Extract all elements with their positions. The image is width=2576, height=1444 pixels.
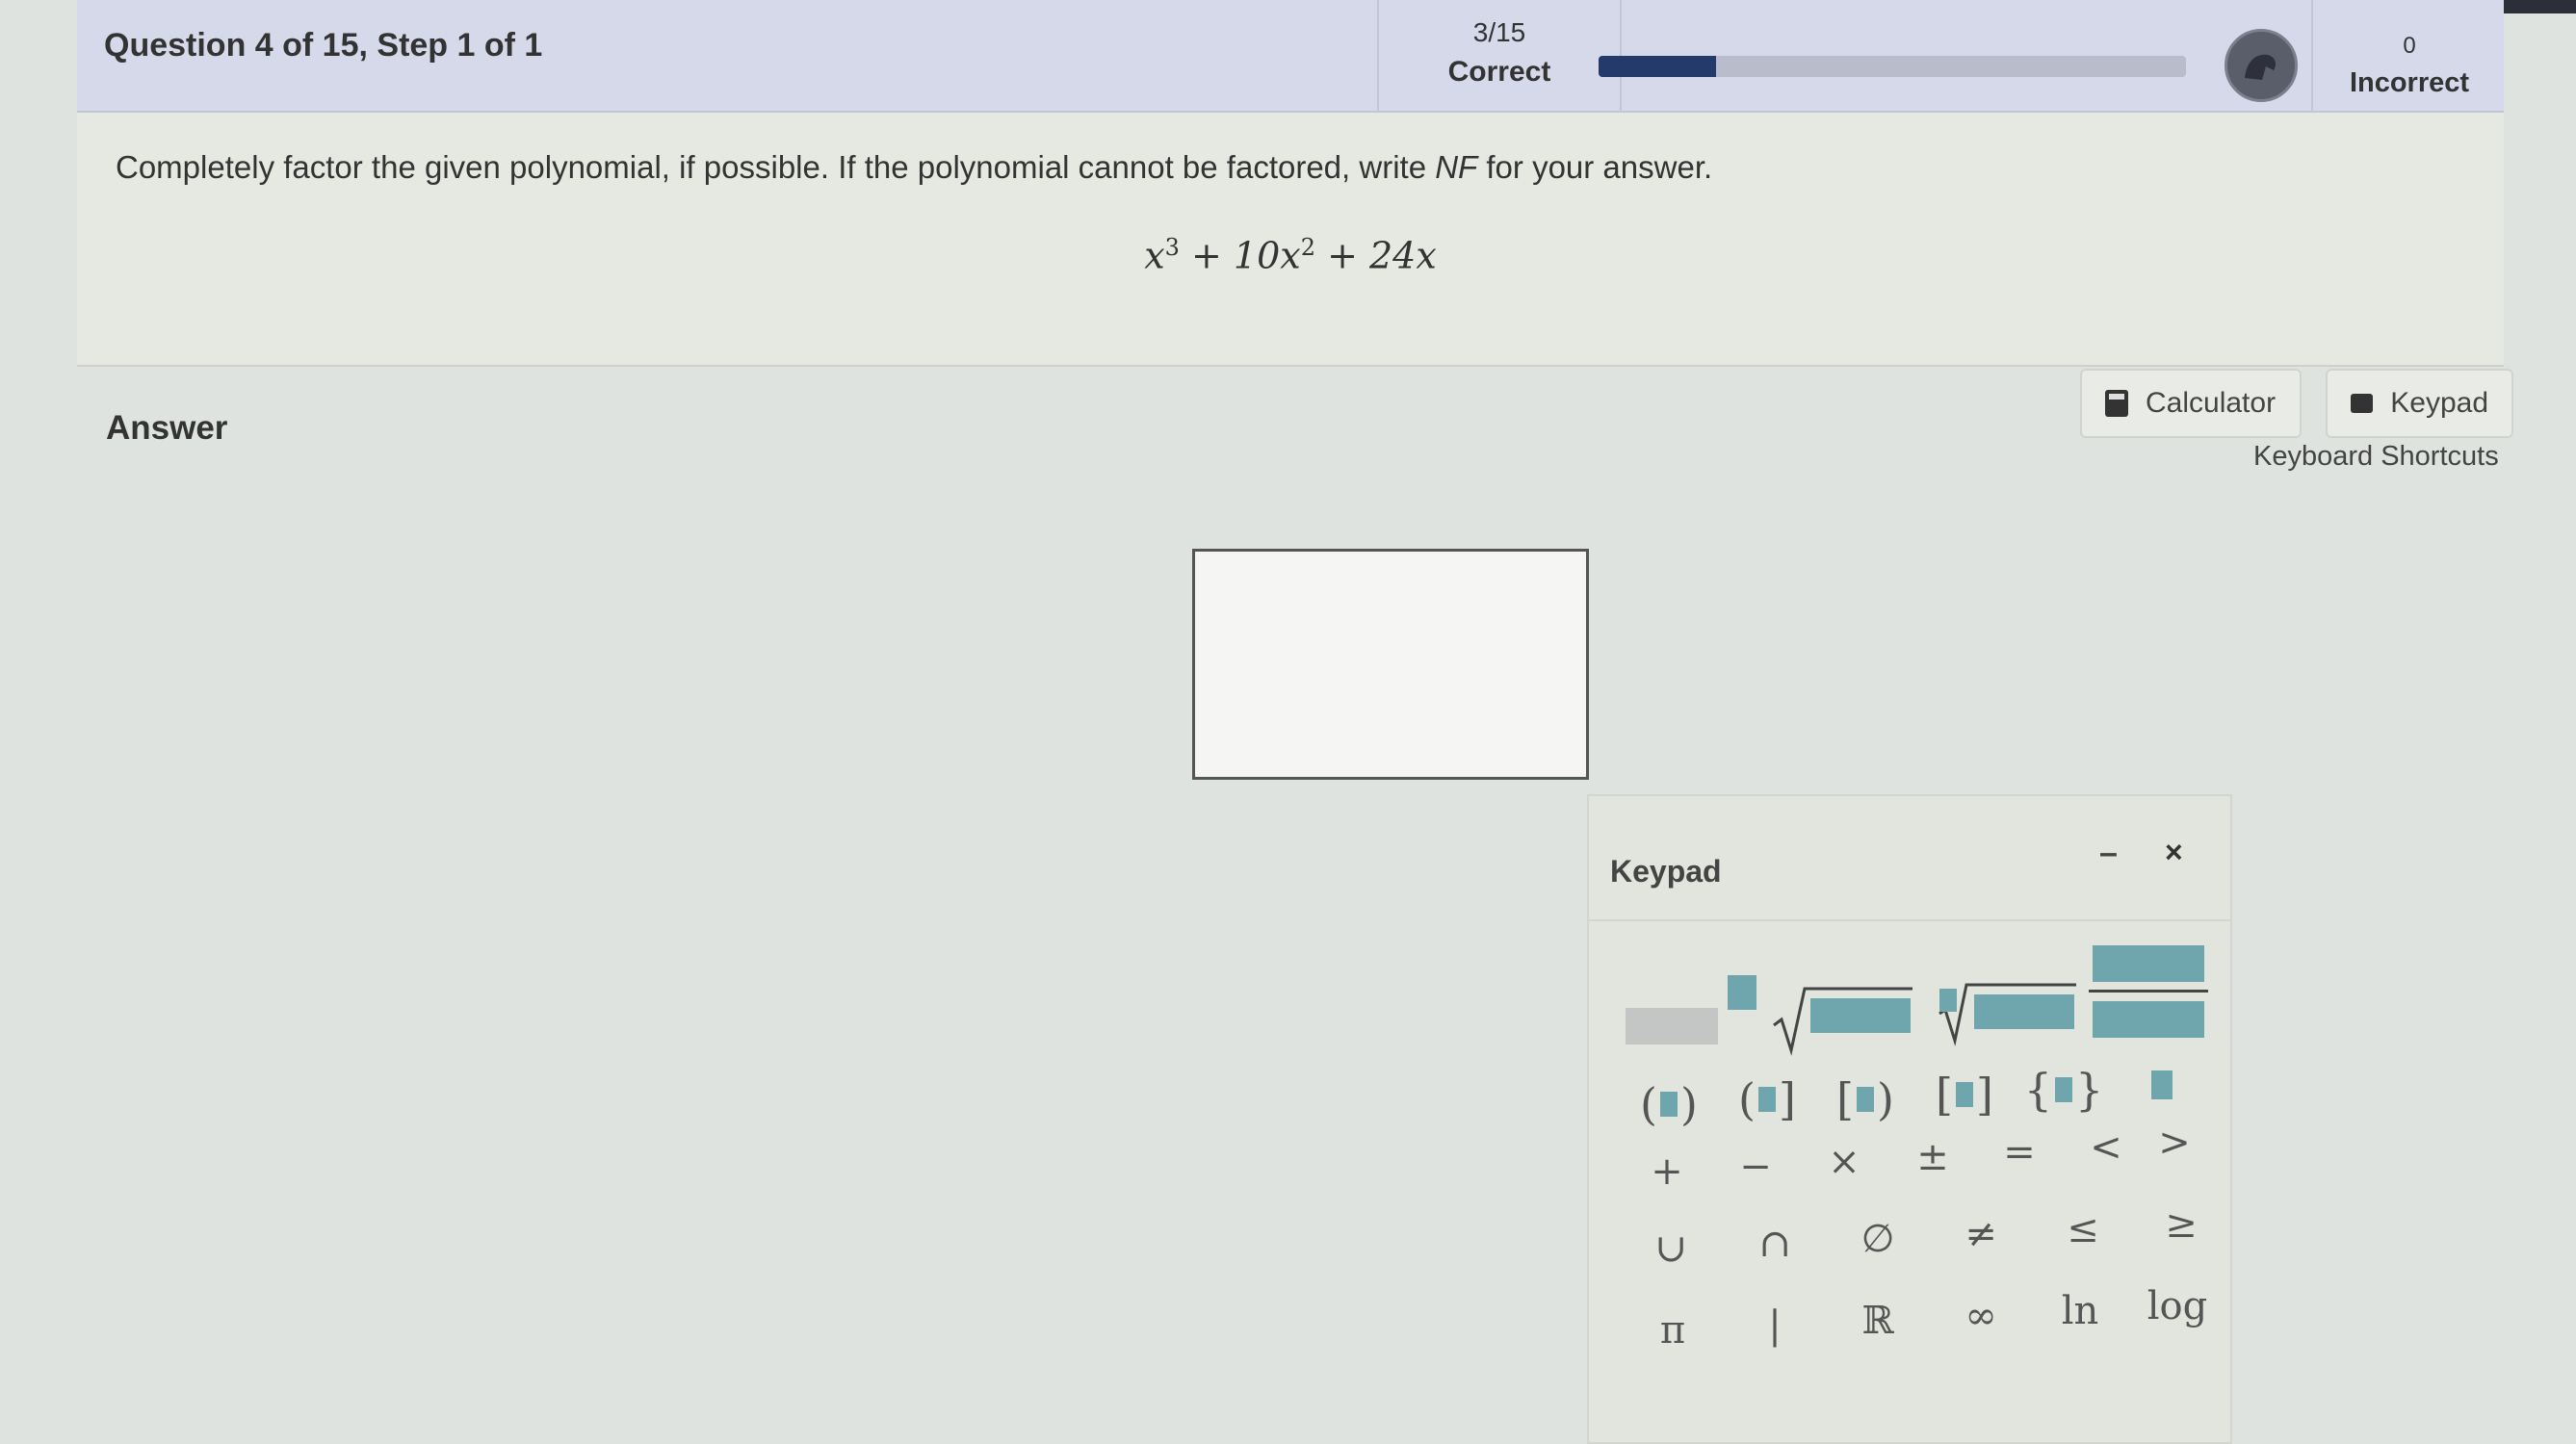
- avatar-icon: [2245, 54, 2276, 80]
- score-panel: 3/15 Correct: [1377, 0, 1622, 111]
- close-icon[interactable]: ×: [2165, 835, 2183, 870]
- question-title: Question 4 of 15, Step 1 of 1: [104, 27, 543, 64]
- incorrect-label: Incorrect: [2349, 67, 2470, 98]
- intersection-key[interactable]: ∩: [1731, 1215, 1818, 1273]
- poly-term-1: x: [1144, 234, 1165, 277]
- keypad-title: Keypad: [1610, 854, 1722, 889]
- empty-set-key[interactable]: ∅: [1834, 1210, 1921, 1268]
- greater-equal-key[interactable]: ≥: [2138, 1196, 2225, 1253]
- ln-key[interactable]: ln: [2037, 1282, 2123, 1340]
- nth-root-template-key[interactable]: [1936, 969, 2080, 1056]
- question-panel: Completely factor the given polynomial, …: [77, 113, 2504, 367]
- poly-exponent-1: 3: [1164, 234, 1180, 261]
- times-key[interactable]: ×: [1801, 1133, 1887, 1191]
- subscript-template-key[interactable]: [2119, 1056, 2205, 1114]
- pi-key[interactable]: π: [1629, 1302, 1716, 1359]
- less-than-key[interactable]: <: [2063, 1119, 2149, 1176]
- square-root-template-key[interactable]: [1772, 969, 1916, 1056]
- calculator-icon: [2105, 390, 2128, 417]
- keyboard-shortcuts-link[interactable]: Keyboard Shortcuts: [2253, 441, 2499, 473]
- keypad-divider: [1589, 919, 2230, 921]
- keypad-button-label: Keypad: [2390, 387, 2488, 419]
- minus-key[interactable]: −: [1712, 1138, 1799, 1196]
- real-numbers-key[interactable]: ℝ: [1834, 1292, 1921, 1350]
- infinity-key[interactable]: ∞: [1938, 1287, 2024, 1345]
- less-equal-key[interactable]: ≤: [2040, 1200, 2126, 1258]
- equals-key[interactable]: =: [1976, 1123, 2063, 1181]
- greater-than-key[interactable]: >: [2146, 1114, 2203, 1172]
- keypad-panel: Keypad – × () (] [) [] {} + − × ± = < > …: [1587, 794, 2232, 1444]
- instruction-nf: NF: [1435, 149, 1478, 185]
- set-braces-template-key[interactable]: {}: [2020, 1061, 2107, 1119]
- poly-term-3: + 24x: [1315, 234, 1437, 277]
- header-bar: Question 4 of 15, Step 1 of 1 3/15 Corre…: [77, 0, 2504, 113]
- keyboard-icon: [2351, 394, 2374, 413]
- answer-label: Answer: [106, 409, 228, 447]
- incorrect-panel: 0 Incorrect: [2311, 0, 2506, 111]
- instruction-text-2: for your answer.: [1477, 149, 1713, 185]
- incorrect-value: 0: [2403, 33, 2416, 59]
- poly-exponent-2: 2: [1300, 234, 1315, 261]
- score-label: Correct: [1447, 56, 1551, 88]
- score-value: 3/15: [1472, 17, 1526, 47]
- log-key[interactable]: log: [2134, 1277, 2221, 1335]
- exponent-template-key[interactable]: [1626, 969, 1756, 1046]
- calculator-label: Calculator: [2146, 387, 2277, 419]
- not-equal-key[interactable]: ≠: [1938, 1205, 2024, 1263]
- answer-input[interactable]: [1192, 549, 1589, 780]
- minimize-icon[interactable]: –: [2099, 835, 2118, 872]
- brackets-template-key[interactable]: []: [1921, 1066, 2008, 1123]
- calculator-button[interactable]: Calculator: [2080, 369, 2302, 438]
- plus-key[interactable]: +: [1624, 1143, 1710, 1200]
- absolute-value-key[interactable]: |: [1731, 1297, 1818, 1354]
- question-instruction: Completely factor the given polynomial, …: [116, 149, 1712, 186]
- avatar[interactable]: [2225, 29, 2298, 102]
- union-key[interactable]: ∪: [1627, 1220, 1714, 1277]
- polynomial-expression: x3 + 10x2 + 24x: [77, 234, 2504, 277]
- poly-term-2: + 10x: [1179, 234, 1301, 277]
- instruction-text-1: Completely factor the given polynomial, …: [116, 149, 1436, 185]
- keypad-button[interactable]: Keypad: [2326, 369, 2513, 438]
- half-open-left-template-key[interactable]: (]: [1724, 1070, 1810, 1128]
- fraction-template-key[interactable]: [2085, 945, 2210, 1051]
- half-open-right-template-key[interactable]: [): [1822, 1070, 1909, 1128]
- progress-fill: [1599, 56, 1716, 77]
- progress-bar: [1599, 56, 2186, 77]
- plus-minus-key[interactable]: ±: [1889, 1128, 1976, 1186]
- parentheses-template-key[interactable]: (): [1626, 1075, 1712, 1133]
